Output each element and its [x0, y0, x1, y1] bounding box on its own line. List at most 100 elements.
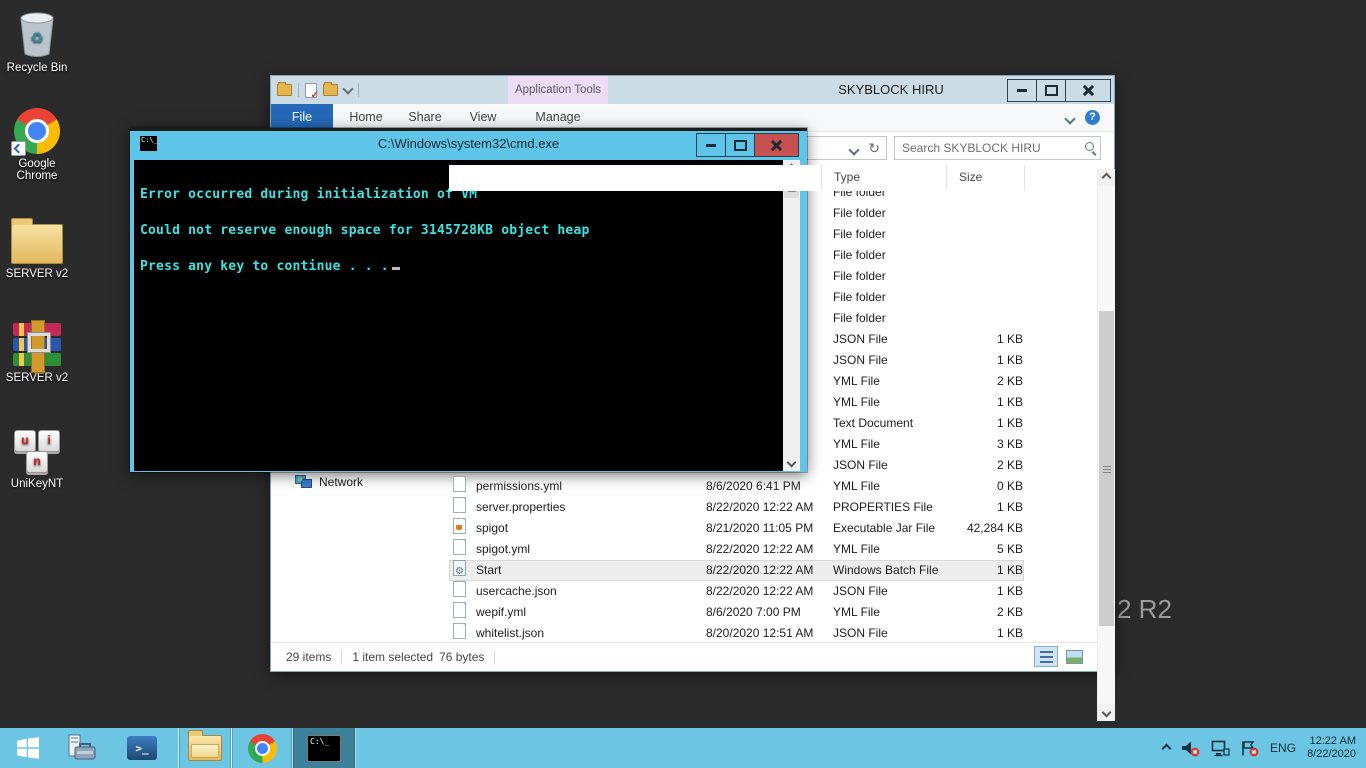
refresh-icon[interactable]: ↻	[868, 140, 880, 157]
table-row[interactable]: server.properties 8/22/2020 12:22 AM PRO…	[449, 497, 1024, 518]
file-type-cell: File folder	[833, 308, 943, 329]
file-type-cell: File folder	[833, 287, 943, 308]
window-title: SKYBLOCK HIRU	[791, 76, 991, 104]
details-view-button[interactable]	[1034, 646, 1058, 667]
tab-manage[interactable]: Manage	[508, 104, 608, 131]
table-row[interactable]: spigot 8/21/2020 11:05 PM Executable Jar…	[449, 518, 1024, 539]
show-hidden-icons-icon[interactable]	[1162, 743, 1172, 753]
file-list-scrollbar[interactable]	[1097, 169, 1115, 721]
minimize-button[interactable]	[1007, 79, 1037, 102]
file-date-cell: 8/20/2020 12:51 AM	[706, 623, 832, 644]
table-row[interactable]: usercache.json 8/22/2020 12:22 AM JSON F…	[449, 581, 1024, 602]
table-row[interactable]: File folder	[449, 203, 1024, 224]
file-icon	[453, 539, 466, 555]
file-size-cell: 42,284 KB	[945, 518, 1023, 539]
file-icon	[453, 623, 466, 639]
desktop: 2 R2 ♻ Recycle Bin Google Chrome SERVER …	[0, 0, 1366, 768]
taskbar-explorer-button[interactable]	[178, 728, 232, 768]
file-size-cell: 1 KB	[945, 560, 1023, 581]
volume-muted-icon[interactable]	[1181, 740, 1200, 757]
table-row[interactable]: File folder	[449, 287, 1024, 308]
file-icon	[453, 434, 466, 450]
file-type-cell: JSON File	[833, 350, 943, 371]
sidebar-item-label: Network	[319, 475, 363, 489]
contextual-tab-application-tools[interactable]: Application Tools	[508, 76, 608, 104]
qat-customize-icon[interactable]	[342, 83, 353, 94]
properties-checked-icon[interactable]	[305, 83, 317, 98]
network-icon[interactable]	[1211, 740, 1230, 757]
explorer-titlebar[interactable]: Application Tools SKYBLOCK HIRU	[271, 76, 1114, 104]
desktop-icon-label: SERVER v2	[0, 372, 74, 384]
table-row[interactable]: File folder	[449, 245, 1024, 266]
file-date-cell: 8/21/2020 11:05 PM	[706, 518, 832, 539]
table-row[interactable]: JSON File 1 KB	[449, 329, 1024, 350]
file-size-cell: 1 KB	[945, 497, 1023, 518]
cmd-titlebar[interactable]: C:\_ C:\Windows\system32\cmd.exe	[130, 131, 807, 157]
start-button[interactable]	[0, 728, 55, 768]
file-icon	[453, 392, 466, 408]
chrome-icon	[248, 734, 277, 763]
tab-file[interactable]: File	[271, 104, 333, 131]
taskbar-cmd-button[interactable]: C:\_	[292, 728, 356, 768]
close-button[interactable]	[1065, 79, 1111, 102]
desktop-icon-unikeynt[interactable]: u i n UniKeyNT	[0, 424, 74, 490]
table-row[interactable]: Text Document 1 KB	[449, 413, 1024, 434]
table-row[interactable]: File folder	[449, 266, 1024, 287]
file-type-cell: PROPERTIES File	[833, 497, 943, 518]
language-indicator[interactable]: ENG	[1270, 741, 1296, 755]
close-button[interactable]	[754, 133, 799, 157]
file-name-cell: wepif.yml	[476, 602, 701, 623]
desktop-icon-label: UniKeyNT	[0, 478, 74, 490]
table-row[interactable]: wepif.yml 8/6/2020 7:00 PM YML File 2 KB	[449, 602, 1024, 623]
table-row[interactable]: YML File 2 KB	[449, 371, 1024, 392]
file-icon	[453, 287, 466, 303]
address-dropdown-icon[interactable]	[848, 144, 859, 155]
desktop-icon-label: Google Chrome	[8, 158, 66, 182]
thumbnails-view-button[interactable]	[1062, 646, 1086, 667]
file-icon	[453, 350, 466, 366]
scrollbar-thumb[interactable]	[1099, 311, 1114, 626]
maximize-button[interactable]	[725, 133, 755, 157]
help-icon[interactable]	[1085, 110, 1100, 125]
file-icon	[453, 308, 466, 324]
table-row[interactable]: spigot.yml 8/22/2020 12:22 AM YML File 5…	[449, 539, 1024, 560]
new-folder-icon[interactable]	[323, 84, 338, 96]
scroll-down-icon[interactable]	[1098, 704, 1115, 721]
clock[interactable]: 12:22 AM 8/22/2020	[1307, 735, 1356, 761]
file-size-cell: 1 KB	[945, 581, 1023, 602]
sidebar-item-network[interactable]: Network	[295, 472, 363, 492]
maximize-button[interactable]	[1036, 79, 1066, 102]
taskbar-server-manager-button[interactable]	[58, 728, 106, 768]
powershell-icon: >_	[127, 736, 157, 760]
tab-view[interactable]: View	[459, 104, 507, 131]
action-center-flag-icon[interactable]	[1241, 740, 1259, 757]
table-row[interactable]: JSON File 1 KB	[449, 350, 1024, 371]
taskbar-powershell-button[interactable]: >_	[118, 728, 166, 768]
tab-home[interactable]: Home	[341, 104, 391, 131]
desktop-icon-google-chrome[interactable]: Google Chrome	[0, 104, 74, 182]
taskbar-chrome-button[interactable]	[231, 728, 293, 768]
table-row[interactable]: permissions.yml 8/6/2020 6:41 PM YML Fil…	[449, 476, 1024, 497]
table-row[interactable]: File folder	[449, 224, 1024, 245]
column-header-type[interactable]: Type	[821, 165, 947, 190]
table-row[interactable]: YML File 1 KB	[449, 392, 1024, 413]
column-header-size[interactable]: Size	[947, 165, 1025, 190]
minimize-ribbon-icon[interactable]	[1064, 113, 1075, 124]
desktop-icon-server-v2-archive[interactable]: SERVER v2	[0, 318, 74, 384]
table-row[interactable]: File folder	[449, 308, 1024, 329]
table-row[interactable]: Start 8/22/2020 12:22 AM Windows Batch F…	[449, 560, 1024, 581]
tab-share[interactable]: Share	[399, 104, 451, 131]
file-type-cell: Text Document	[833, 413, 943, 434]
folder-icon[interactable]	[277, 84, 292, 96]
file-icon	[453, 266, 466, 282]
minimize-button[interactable]	[696, 133, 726, 157]
desktop-icon-server-v2-folder[interactable]: SERVER v2	[0, 214, 74, 280]
desktop-icon-recycle-bin[interactable]: ♻ Recycle Bin	[0, 8, 74, 74]
table-row[interactable]: whitelist.json 8/20/2020 12:51 AM JSON F…	[449, 623, 1024, 644]
search-input[interactable]	[894, 136, 1101, 160]
table-row[interactable]: YML File 3 KB	[449, 434, 1024, 455]
file-size-cell: 2 KB	[945, 455, 1023, 476]
scroll-up-icon[interactable]	[1098, 169, 1115, 186]
file-type-cell: JSON File	[833, 623, 943, 644]
table-row[interactable]: JSON File 2 KB	[449, 455, 1024, 476]
